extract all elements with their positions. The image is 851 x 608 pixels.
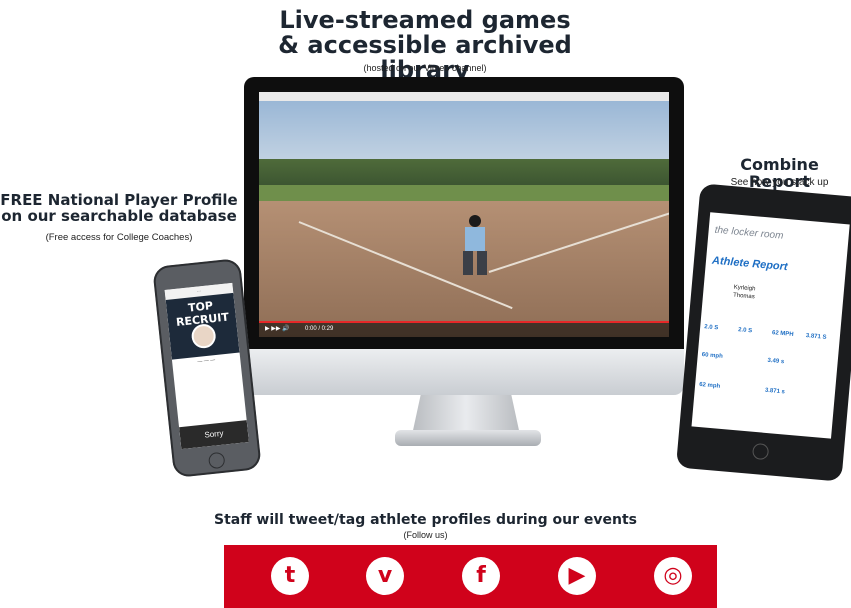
stat-value: 60 mph — [701, 352, 723, 360]
avatar — [190, 322, 217, 350]
athlete-report-title: Athlete Report — [711, 254, 789, 274]
phone-profile-banner: TOP RECRUIT — [165, 292, 240, 360]
vimeo-icon[interactable]: v — [366, 557, 404, 595]
stat-value: 3.49 s — [767, 357, 785, 366]
main-heading-line2: & accessible archived library — [278, 31, 572, 85]
stat-value: 62 MPH — [771, 330, 794, 338]
play-icon[interactable]: ▶ ▶▶ 🔊 — [265, 321, 290, 337]
profile-caption: FREE National Player Profile on our sear… — [0, 192, 238, 225]
profile-caption-subtitle: (Free access for College Coaches) — [45, 232, 193, 243]
stat-value: 62 mph — [698, 381, 721, 390]
phone-home-button — [207, 451, 226, 470]
video-controls: ▶ ▶▶ 🔊 0:00 / 0:29 — [259, 321, 669, 337]
phone-screen: ⋯ TOP RECRUIT — — — Sorry — [164, 282, 249, 450]
monitor-base — [395, 430, 541, 446]
social-heading: Staff will tweet/tag athlete profiles du… — [213, 512, 637, 528]
tablet-brand: the locker room — [714, 224, 784, 242]
monitor-menubar — [259, 92, 669, 101]
stat-value: 3.871 s — [764, 387, 786, 396]
tablet-screen: the locker room Athlete Report Kyrleigh … — [691, 212, 850, 439]
monitor-chin — [244, 349, 684, 395]
main-heading-line1: Live-streamed games — [279, 6, 571, 34]
stat-value: 2.0 S — [737, 327, 753, 335]
athlete-last-name: Thomas — [732, 292, 755, 301]
video-time: 0:00 / 0:29 — [305, 326, 334, 332]
phone-footer: Sorry — [179, 420, 249, 450]
instagram-icon[interactable]: ◎ — [654, 557, 692, 595]
tablet: the locker room Athlete Report Kyrleigh … — [675, 183, 851, 482]
profile-caption-line2: on our searchable database — [1, 206, 237, 225]
video-player[interactable]: ▶ ▶▶ 🔊 0:00 / 0:29 — [259, 101, 669, 337]
stat-value: 3.871 S — [805, 333, 827, 341]
youtube-icon[interactable]: ▶ — [558, 557, 596, 595]
tablet-home-button — [751, 442, 770, 461]
monitor-stand — [412, 395, 520, 435]
social-subtitle: (Follow us) — [403, 530, 448, 540]
social-bar: t v f ▶ ◎ — [224, 545, 717, 608]
umpire-figure — [463, 215, 487, 275]
twitter-icon[interactable]: t — [271, 557, 309, 595]
main-heading-subtitle: (hosted on our Vimeo channel) — [363, 63, 487, 73]
athlete-name: Kyrleigh Thomas — [733, 285, 756, 302]
stat-value: 2.0 S — [703, 324, 719, 332]
facebook-icon[interactable]: f — [462, 557, 500, 595]
